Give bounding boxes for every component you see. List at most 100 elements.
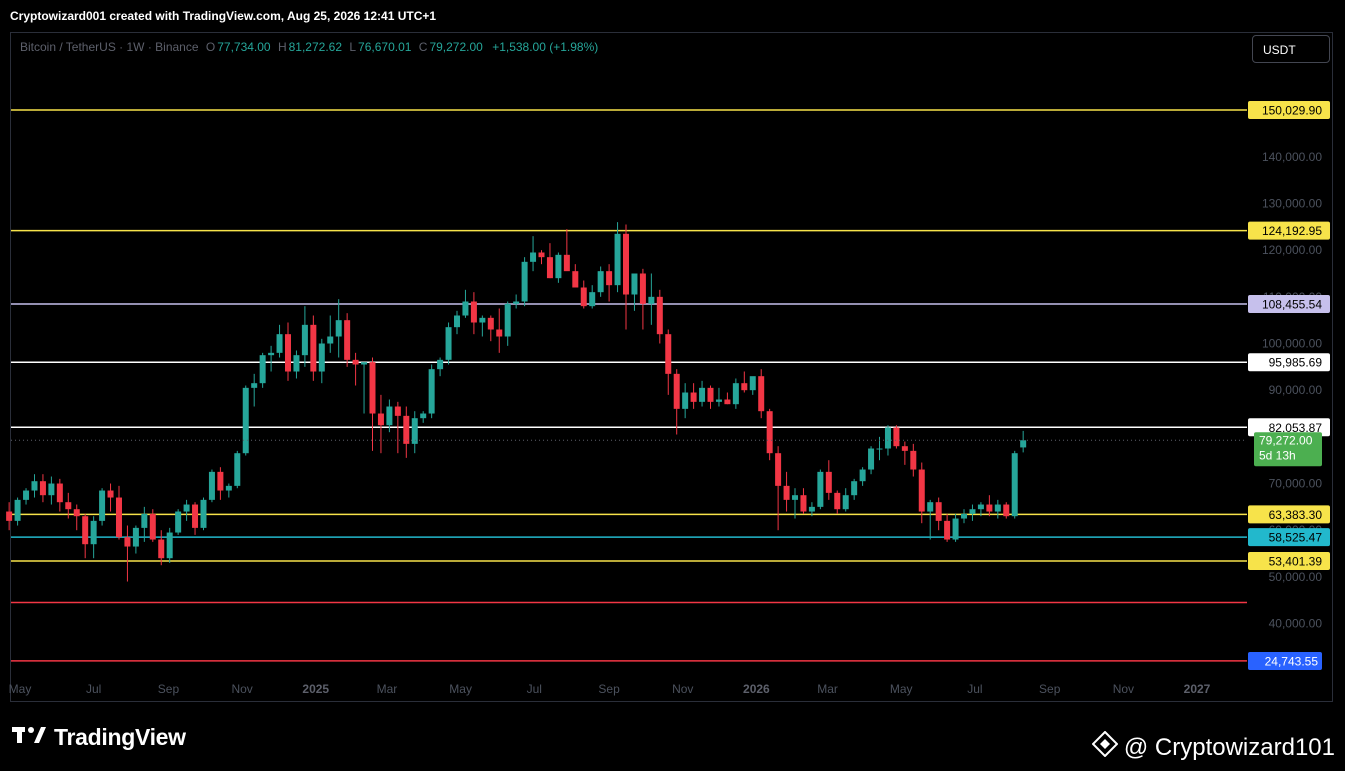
last-price-label: 79,272.00 [1259, 433, 1313, 447]
level-label: 124,192.95 [1262, 224, 1322, 238]
candle-body [453, 315, 460, 328]
candle-body [639, 273, 646, 304]
candle-body [293, 355, 300, 372]
candle-body [623, 233, 630, 295]
candle-body [665, 334, 672, 374]
candle-body [268, 352, 275, 356]
candle-body [234, 453, 241, 486]
candle-body [73, 509, 80, 517]
candle-body [1003, 504, 1010, 517]
candle-body [225, 485, 232, 491]
candle-body [817, 471, 824, 507]
candle-body [842, 495, 849, 510]
ohlc-legend: Bitcoin / TetherUS · 1W · Binance O 77,73… [20, 40, 598, 54]
candle-body [589, 292, 596, 307]
target-label: 24,743.55 [1265, 655, 1319, 669]
open-label: O [205, 40, 216, 54]
candle-body [749, 376, 756, 391]
candle-body [124, 537, 131, 547]
y-tick-label: 100,000.00 [1262, 337, 1322, 351]
candle-body [910, 450, 917, 470]
close-value: 79,272.00 [429, 40, 483, 54]
candle-body [115, 497, 122, 538]
candle-body [208, 471, 215, 500]
candle-body [555, 254, 562, 279]
candle-body [800, 495, 807, 512]
change-value: +1,538.00 (+1.98%) [492, 40, 599, 54]
candle-body [14, 499, 21, 521]
candle-body [31, 481, 38, 491]
candle-body [90, 520, 97, 545]
candle-body [859, 469, 866, 482]
candle-body [183, 504, 190, 512]
candle-body [149, 513, 156, 540]
candle-body [783, 485, 790, 500]
x-tick-label: Jul [86, 682, 101, 696]
y-tick-label: 120,000.00 [1262, 243, 1322, 257]
candle-body [352, 359, 359, 365]
price-chart[interactable]: 150,000.00140,000.00130,000.00120,000.00… [0, 0, 1345, 771]
candle-body [132, 527, 139, 547]
candle-body [192, 504, 199, 528]
candle-body [141, 513, 148, 528]
y-tick-label: 40,000.00 [1269, 617, 1323, 631]
candle-body [808, 506, 815, 512]
candle-body [318, 343, 325, 372]
x-tick-label: May [449, 682, 472, 696]
candle-body [572, 271, 579, 288]
candle-body [699, 387, 706, 402]
candle-body [82, 516, 89, 545]
candle-body [369, 362, 376, 414]
x-tick-label: May [9, 682, 32, 696]
candle-body [834, 492, 841, 510]
candle-body [648, 296, 655, 304]
x-tick-label: 2026 [743, 682, 770, 696]
candle-body [284, 334, 291, 372]
candle-body [597, 271, 604, 293]
tradingview-logo[interactable]: TradingView [12, 724, 186, 751]
candle-body [437, 359, 444, 370]
candle-body [386, 406, 393, 426]
y-tick-label: 70,000.00 [1269, 477, 1323, 491]
candle-body [884, 427, 891, 449]
level-label: 150,029.90 [1262, 104, 1322, 118]
candle-body [682, 392, 689, 409]
candle-body [766, 411, 773, 454]
candle-body [6, 511, 13, 521]
x-tick-label: 2025 [302, 682, 329, 696]
candle-body [504, 303, 511, 337]
candle-body [344, 320, 351, 360]
high-value: 81,272.62 [288, 40, 343, 54]
candle-body [411, 418, 418, 444]
x-tick-label: Jul [527, 682, 542, 696]
close-label: C [418, 40, 428, 54]
x-tick-label: Mar [377, 682, 398, 696]
candle-body [563, 254, 570, 272]
candle-body [944, 520, 951, 540]
candle-body [301, 324, 308, 356]
candle-body [48, 483, 55, 496]
candle-body [901, 446, 908, 451]
candle-body [361, 362, 368, 365]
candle-body [513, 301, 520, 304]
candle-body [1020, 440, 1027, 448]
level-label: 63,383.30 [1269, 508, 1323, 522]
currency-button[interactable]: USDT [1252, 35, 1330, 63]
candle-body [977, 504, 984, 510]
candle-body [175, 511, 182, 533]
candle-body [310, 324, 317, 372]
candle-body [428, 369, 435, 414]
candle-body [39, 481, 46, 496]
level-label: 95,985.69 [1269, 356, 1323, 370]
candle-body [327, 336, 334, 344]
symbol-name[interactable]: Bitcoin / TetherUS · 1W · Binance [20, 40, 199, 54]
y-tick-label: 50,000.00 [1269, 570, 1323, 584]
x-tick-label: Jul [967, 682, 982, 696]
candle-body [546, 257, 553, 279]
candle-body [952, 518, 959, 540]
candle-body [530, 252, 537, 262]
candle-body [166, 532, 173, 559]
candle-body [242, 387, 249, 454]
x-tick-label: Nov [1113, 682, 1134, 696]
candle-body [56, 483, 63, 503]
